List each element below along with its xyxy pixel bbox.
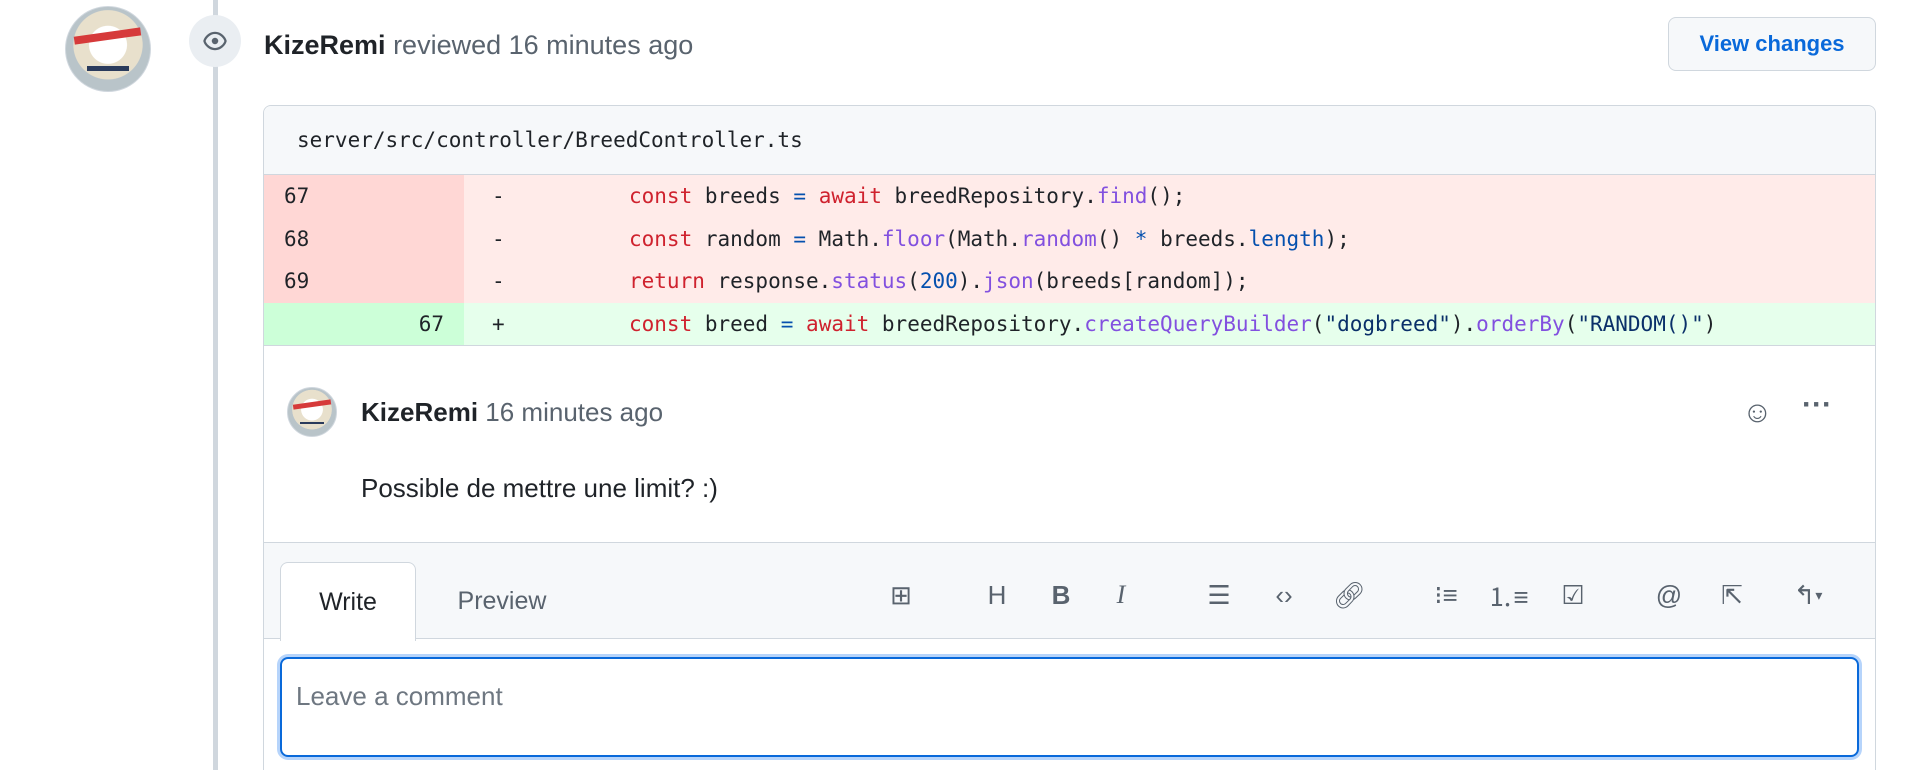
commenter-avatar[interactable] xyxy=(287,387,337,437)
bold-icon[interactable]: B xyxy=(1043,577,1079,613)
mention-icon[interactable]: @ xyxy=(1651,577,1687,613)
diff-sign: + xyxy=(492,311,505,336)
tab-preview[interactable]: Preview xyxy=(434,562,570,641)
tab-write[interactable]: Write xyxy=(280,562,416,641)
diff-line: 69 - return response.status(200).json(bree… xyxy=(264,260,1875,303)
task-list-icon[interactable]: ☑ xyxy=(1555,577,1591,613)
reviewer-avatar[interactable] xyxy=(65,6,151,92)
diff-line: 67 + const breed = await breedRepository.c… xyxy=(264,302,1875,345)
italic-icon[interactable]: I xyxy=(1103,577,1139,613)
diff-line: 68 - const random = Math.floor(Math.random… xyxy=(264,217,1875,260)
comment-time[interactable]: 16 minutes ago xyxy=(485,397,663,427)
review-action: reviewed 16 minutes ago xyxy=(393,30,694,60)
insert-suggestion-icon[interactable]: ⊞ xyxy=(883,577,919,613)
numbered-list-icon[interactable]: ⒈≡ xyxy=(1487,577,1528,613)
code-line: const breeds = await breedRepository.fin… xyxy=(629,184,1186,208)
heading-icon[interactable]: H xyxy=(979,577,1015,613)
line-number[interactable]: 67 xyxy=(264,175,464,218)
view-changes-button[interactable]: View changes xyxy=(1668,17,1876,71)
diff-sign: - xyxy=(492,269,505,293)
saved-replies-icon[interactable]: ↰ ▾ xyxy=(1783,577,1833,613)
review-author[interactable]: KizeRemi xyxy=(264,30,386,60)
diff-sign: - xyxy=(492,226,505,251)
link-icon[interactable]: 🔗︎ xyxy=(1331,577,1367,613)
line-number[interactable]: 67 xyxy=(264,302,464,345)
smiley-icon[interactable]: ☺ xyxy=(1742,396,1773,430)
code-icon[interactable]: ‹› xyxy=(1266,577,1302,613)
file-path[interactable]: server/src/controller/BreedController.ts xyxy=(264,106,1875,175)
review-header: KizeRemi reviewed 16 minutes ago xyxy=(264,30,693,61)
review-thread: server/src/controller/BreedController.ts… xyxy=(263,105,1876,770)
diff-sign: - xyxy=(492,184,505,208)
code-line: return response.status(200).json(breeds[… xyxy=(629,269,1249,293)
comment-textarea[interactable]: Leave a comment xyxy=(280,657,1859,757)
cross-reference-icon[interactable]: ⇱ xyxy=(1714,577,1750,613)
comment-author[interactable]: KizeRemi xyxy=(361,397,478,427)
line-number[interactable]: 69 xyxy=(264,260,464,303)
comment-body: Possible de mettre une limit? :) xyxy=(361,473,718,503)
code-line: const random = Math.floor(Math.random() … xyxy=(629,226,1350,251)
eye-icon xyxy=(189,15,241,67)
line-number[interactable]: 68 xyxy=(264,217,464,260)
review-comment: KizeRemi 16 minutes ago Possible de mett… xyxy=(264,345,1875,530)
quote-icon[interactable]: ☰ xyxy=(1201,577,1237,613)
more-options-icon[interactable]: ··· xyxy=(1802,388,1832,422)
editor-tabs: Write Preview ⊞ H B I ☰ ‹› 🔗︎ ⁝≡ ⒈≡ ☑ @ … xyxy=(264,542,1875,641)
bulleted-list-icon[interactable]: ⁝≡ xyxy=(1428,577,1464,613)
timeline-line xyxy=(213,0,218,770)
code-line: const breed = await breedRepository.crea… xyxy=(629,311,1717,336)
diff-line: 67 - const breeds = await breedRepository.… xyxy=(264,175,1875,218)
comment-header: KizeRemi 16 minutes ago xyxy=(361,397,663,428)
